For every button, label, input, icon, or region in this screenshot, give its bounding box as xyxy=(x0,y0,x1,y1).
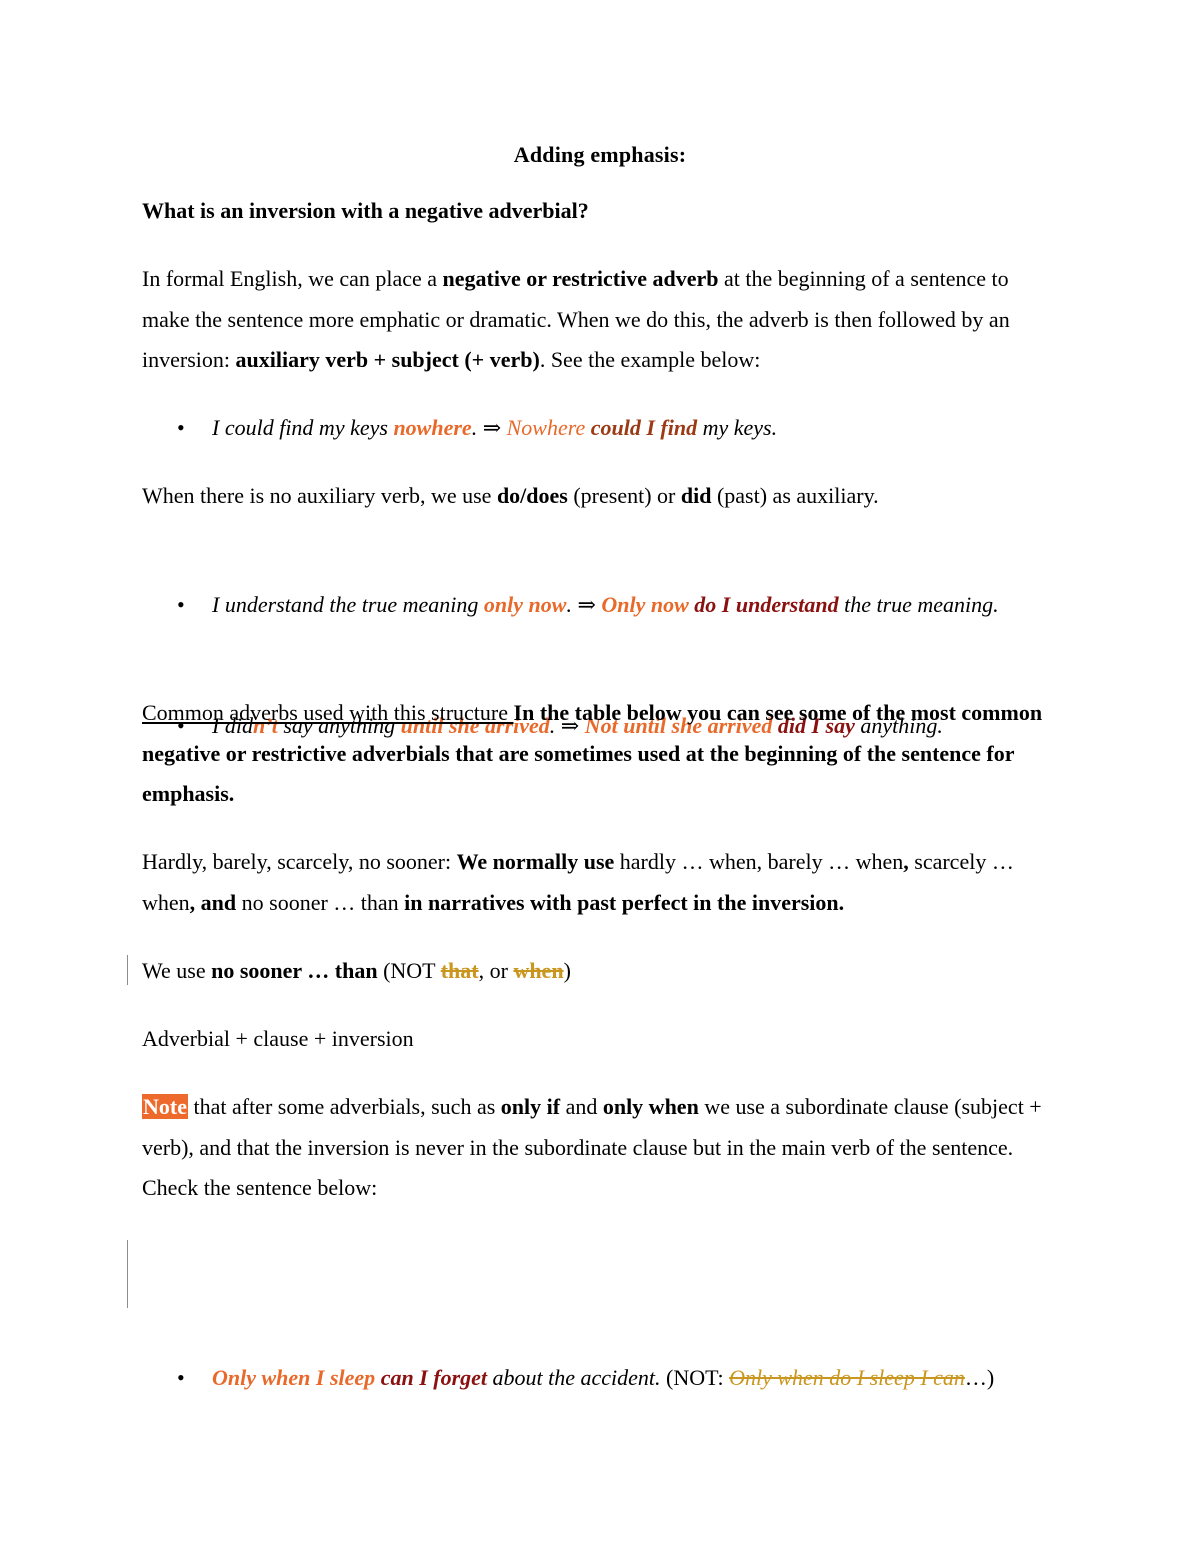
inversion-highlight: can I forget xyxy=(380,1364,488,1390)
aux-bold-term: did xyxy=(680,483,712,508)
hardly-paragraph: Hardly, barely, scarcely, no sooner: We … xyxy=(142,842,1058,923)
common-adverbs-paragraph: Common adverbs used with this structure … xyxy=(142,693,1058,815)
no-sooner-bold: no sooner … than xyxy=(211,958,378,983)
document-page: Adding emphasis: What is an inversion wi… xyxy=(0,0,1200,1553)
bullet-icon: • xyxy=(177,415,185,440)
example-text: my keys. xyxy=(697,415,778,440)
no-sooner-text: , or xyxy=(478,958,514,983)
example-item-only-when: • Only when I sleep can I forget about t… xyxy=(142,1358,1128,1399)
example-text: I understand the true meaning xyxy=(212,591,484,617)
aux-text: (present) or xyxy=(567,483,681,508)
hardly-text: no sooner … than xyxy=(236,889,405,915)
example-text: . xyxy=(471,415,483,440)
example-text: I could find my keys xyxy=(212,415,394,440)
adverb-highlight: Nowhere xyxy=(506,415,586,440)
deleted-text: when xyxy=(513,958,564,983)
auxiliary-paragraph: When there is no auxiliary verb, we use … xyxy=(142,476,1058,517)
no-sooner-text: We use xyxy=(142,958,212,983)
revision-change-bar xyxy=(127,1240,128,1308)
hardly-text: hardly … when, barely … when xyxy=(614,849,904,874)
common-adverbs-subheading: Common adverbs used with this structure xyxy=(142,700,514,725)
note-bold: only if xyxy=(500,1094,561,1119)
aux-text: When there is no auxiliary verb, we use xyxy=(142,483,497,508)
deleted-text: Only when do I sleep I can xyxy=(729,1364,965,1390)
example-item-nowhere: • I could find my keys nowhere. ⇒ Nowher… xyxy=(142,408,1128,449)
adverb-highlight: only now xyxy=(483,591,567,617)
adverb-highlight: Only now xyxy=(601,591,689,617)
note-bold: only when xyxy=(602,1094,699,1119)
aux-text: (past) as auxiliary. xyxy=(711,483,879,508)
example-text: (NOT: xyxy=(660,1364,730,1390)
hardly-bold: in narratives with past perfect in the i… xyxy=(404,889,845,915)
intro-text: In formal English, we can place a xyxy=(142,266,443,291)
inversion-formula: auxiliary verb + subject (+ verb) xyxy=(235,347,540,372)
document-title: Adding emphasis: xyxy=(513,142,687,167)
intro-text: . See the example below: xyxy=(539,347,761,372)
example-text: about the accident. xyxy=(487,1364,661,1390)
note-text: and xyxy=(560,1094,603,1119)
example-item-only-now: • I understand the true meaning only now… xyxy=(142,585,1128,626)
example-text: . ⇒ xyxy=(566,591,602,617)
arrow-icon: ⇒ xyxy=(482,415,507,440)
aux-bold-term: do/does xyxy=(496,483,568,508)
hardly-bold: We normally use xyxy=(456,849,615,874)
example-text: the true meaning. xyxy=(838,591,999,617)
section-heading: What is an inversion with a negative adv… xyxy=(142,198,589,223)
hardly-text: Hardly, barely, scarcely, no sooner: xyxy=(142,849,457,874)
structure-line: Adverbial + clause + inversion xyxy=(142,1026,414,1051)
bullet-icon: • xyxy=(177,1364,185,1390)
note-text: that after some adverbials, such as xyxy=(187,1094,501,1119)
inversion-highlight: could I find xyxy=(590,415,698,440)
no-sooner-paragraph: We use no sooner … than (NOT that, or wh… xyxy=(142,951,1058,992)
adverb-highlight: nowhere xyxy=(393,415,472,440)
example-text: …) xyxy=(964,1364,995,1390)
note-paragraph: Note that after some adverbials, such as… xyxy=(142,1087,1058,1209)
bullet-icon: • xyxy=(177,591,185,617)
intro-bold-term: negative or restrictive adverb xyxy=(442,266,719,291)
no-sooner-text: ) xyxy=(563,958,571,983)
revision-change-bar xyxy=(127,955,128,985)
no-sooner-text: (NOT xyxy=(377,958,441,983)
hardly-bold: , and xyxy=(189,889,237,915)
deleted-text: that xyxy=(440,958,479,983)
intro-paragraph: In formal English, we can place a negati… xyxy=(142,259,1058,381)
adverb-highlight: Only when I sleep xyxy=(212,1364,376,1390)
note-highlight-label: Note xyxy=(142,1094,188,1119)
inversion-highlight: do I understand xyxy=(694,591,839,617)
